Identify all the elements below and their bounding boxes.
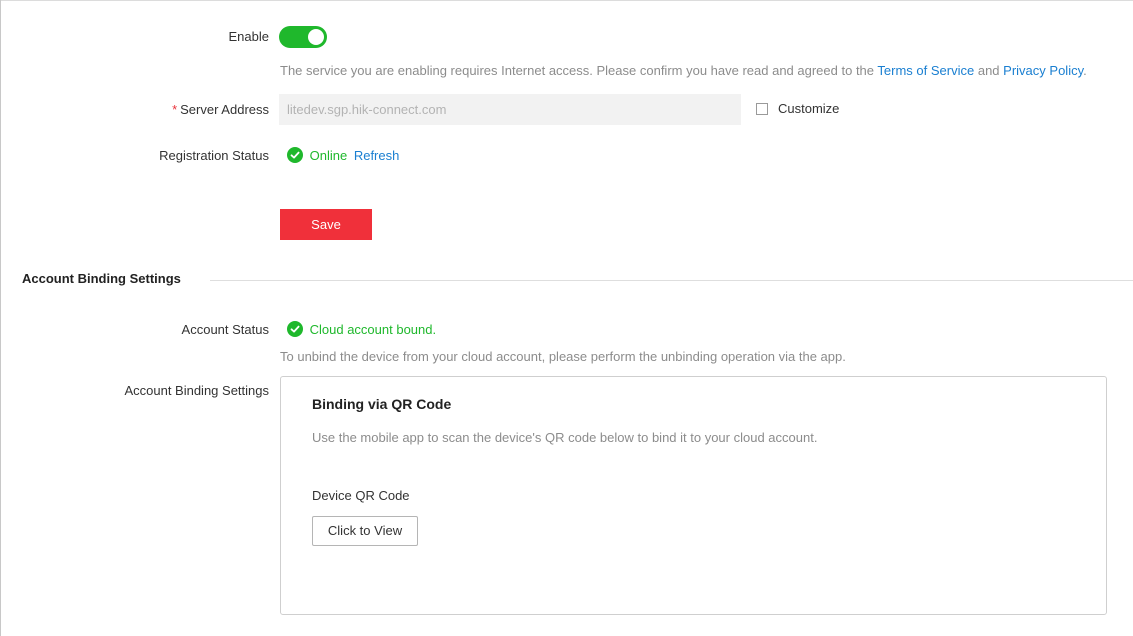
account-status: Cloud account bound. xyxy=(287,321,436,337)
enable-toggle[interactable] xyxy=(279,26,327,48)
toggle-knob xyxy=(308,29,324,45)
click-to-view-button[interactable]: Click to View xyxy=(312,516,418,546)
refresh-link[interactable]: Refresh xyxy=(354,148,400,163)
notice-end: . xyxy=(1083,63,1087,78)
panel-title: Binding via QR Code xyxy=(312,396,452,412)
section-title: Account Binding Settings xyxy=(22,271,181,286)
unbind-hint: To unbind the device from your cloud acc… xyxy=(280,349,846,364)
qr-binding-panel: Binding via QR Code Use the mobile app t… xyxy=(280,376,1107,615)
server-address-label-text: Server Address xyxy=(180,102,269,117)
device-qr-code-label: Device QR Code xyxy=(312,488,410,503)
top-border xyxy=(0,0,1133,1)
account-status-label: Account Status xyxy=(181,322,269,337)
platform-access-page: Enable The service you are enabling requ… xyxy=(0,0,1133,636)
customize-label: Customize xyxy=(778,101,840,116)
enable-label: Enable xyxy=(228,29,269,44)
and-text: and xyxy=(977,63,1000,78)
save-button[interactable]: Save xyxy=(280,209,372,240)
left-border xyxy=(0,0,1,636)
registration-status: Online Refresh xyxy=(287,147,399,163)
customize-checkbox[interactable] xyxy=(756,103,768,115)
check-circle-icon xyxy=(287,147,303,163)
service-notice-text: The service you are enabling requires In… xyxy=(280,63,875,78)
server-address-label: * Server Address xyxy=(172,102,269,117)
account-binding-settings-label: Account Binding Settings xyxy=(124,383,269,398)
terms-of-service-link[interactable]: Terms of Service xyxy=(877,63,974,78)
section-divider xyxy=(210,280,1133,281)
account-status-value: Cloud account bound. xyxy=(309,322,437,337)
registration-status-value: Online xyxy=(309,148,348,163)
check-circle-icon xyxy=(287,321,303,337)
service-notice: The service you are enabling requires In… xyxy=(280,63,1087,78)
registration-status-label: Registration Status xyxy=(159,148,269,163)
panel-description: Use the mobile app to scan the device's … xyxy=(312,430,818,445)
server-address-input[interactable]: litedev.sgp.hik-connect.com xyxy=(279,94,741,125)
required-asterisk: * xyxy=(172,102,178,117)
privacy-policy-link[interactable]: Privacy Policy xyxy=(1003,63,1083,78)
